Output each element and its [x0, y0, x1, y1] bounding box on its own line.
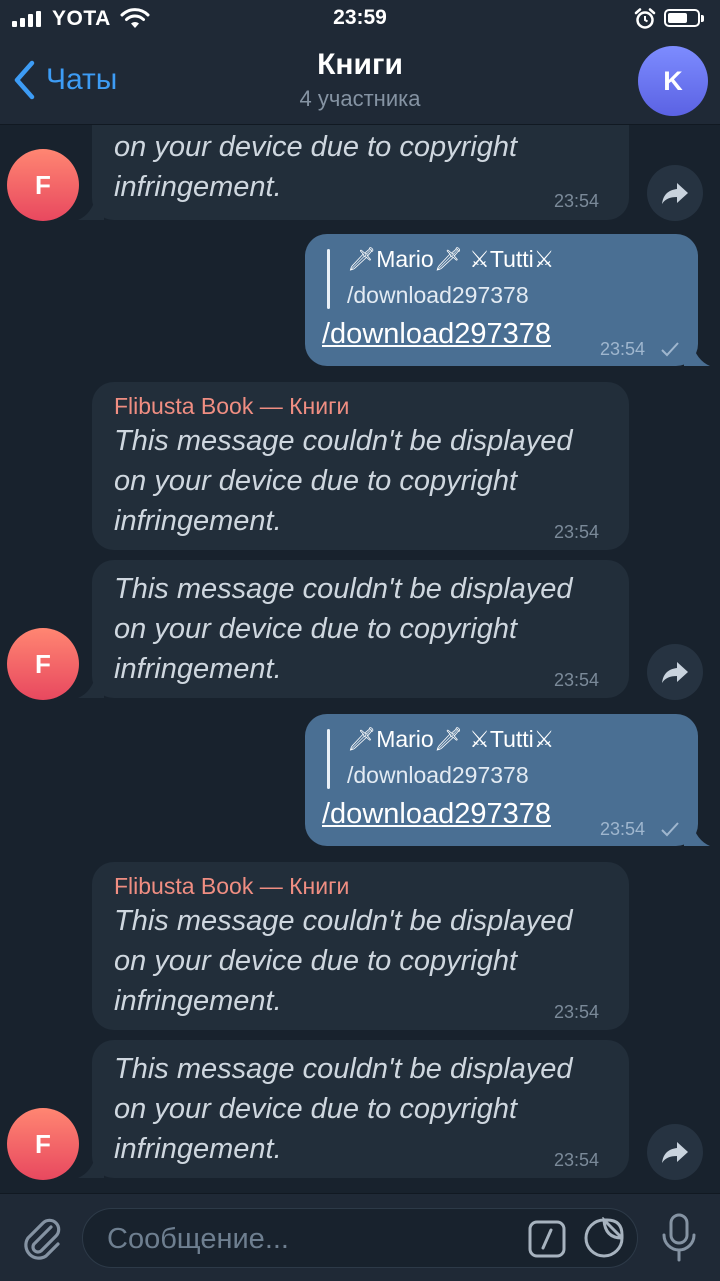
reply-bar	[327, 729, 330, 789]
reply-author: 🗡Mario🗡 ⚔Tutti⚔	[347, 726, 555, 752]
share-icon	[662, 183, 688, 204]
message-time: 23:54	[554, 522, 600, 542]
sender-name[interactable]: Flibusta Book — Книги	[114, 393, 349, 420]
bubble-tail	[78, 1154, 104, 1178]
message-text: This message couldn't be displayed on yo…	[114, 425, 573, 537]
chat-avatar[interactable]: K	[638, 46, 708, 116]
attach-icon[interactable]	[20, 1214, 64, 1262]
message-placeholder: Сообщение...	[107, 1223, 289, 1255]
message-time: 23:54	[554, 1002, 600, 1022]
chat-title[interactable]: Книги	[0, 48, 720, 82]
command-link[interactable]: /download297378	[322, 318, 551, 351]
message-time: 23:54	[554, 670, 600, 690]
share-button[interactable]	[647, 165, 703, 221]
bubble-tail	[684, 342, 710, 366]
reply-bar	[327, 249, 330, 309]
bubble-tail	[78, 196, 104, 220]
message-text: This message couldn't be displayed on yo…	[114, 573, 573, 685]
message-list[interactable]: on your device due to copyright infringe…	[0, 125, 720, 1192]
message-bubble[interactable]: on your device due to copyright infringe…	[92, 125, 629, 220]
outgoing-message[interactable]: 🗡Mario🗡 ⚔Tutti⚔ /download297378 /downloa…	[305, 234, 698, 366]
sender-name[interactable]: Flibusta Book — Книги	[114, 873, 349, 900]
status-time: 23:59	[333, 6, 387, 29]
outgoing-message[interactable]: 🗡Mario🗡 ⚔Tutti⚔ /download297378 /downloa…	[305, 714, 698, 846]
message-time: 23:54	[554, 191, 600, 211]
sender-avatar[interactable]: F	[7, 628, 79, 700]
message-text: on your device due to copyright infringe…	[114, 131, 518, 203]
message-input[interactable]: Сообщение...	[82, 1208, 638, 1268]
message-time: 23:54	[600, 819, 646, 839]
microphone-icon[interactable]	[657, 1212, 701, 1264]
message-bubble[interactable]: Flibusta Book — Книги This message could…	[92, 862, 629, 1030]
reply-text: /download297378	[347, 282, 529, 308]
chat-header: Чаты Книги 4 участника K	[0, 36, 720, 125]
message-bubble[interactable]: Flibusta Book — Книги This message could…	[92, 382, 629, 550]
chat-avatar-letter: K	[663, 65, 683, 96]
status-bar: YOTA 23:59	[0, 0, 720, 36]
share-icon	[662, 1142, 688, 1163]
reply-author: 🗡Mario🗡 ⚔Tutti⚔	[347, 246, 555, 272]
bot-commands-icon[interactable]	[527, 1219, 567, 1259]
message-text: This message couldn't be displayed on yo…	[114, 1053, 573, 1165]
share-button[interactable]	[647, 1124, 703, 1180]
checkmark-icon	[661, 822, 679, 837]
chat-subtitle: 4 участника	[299, 86, 421, 111]
share-icon	[662, 662, 688, 683]
sender-avatar[interactable]: F	[7, 149, 79, 221]
command-link[interactable]: /download297378	[322, 798, 551, 831]
sender-avatar[interactable]: F	[7, 1108, 79, 1180]
bubble-tail	[78, 674, 104, 698]
message-time: 23:54	[554, 1150, 600, 1170]
battery-icon	[664, 9, 704, 27]
sticker-icon[interactable]	[583, 1217, 625, 1259]
message-text: This message couldn't be displayed on yo…	[114, 905, 573, 1017]
reply-text: /download297378	[347, 762, 529, 788]
composer-bar: Сообщение...	[0, 1193, 720, 1281]
checkmark-icon	[661, 342, 679, 357]
share-button[interactable]	[647, 644, 703, 700]
bubble-tail	[684, 822, 710, 846]
message-bubble[interactable]: This message couldn't be displayed on yo…	[92, 560, 629, 698]
message-time: 23:54	[600, 339, 646, 359]
message-bubble[interactable]: This message couldn't be displayed on yo…	[92, 1040, 629, 1178]
alarm-icon	[634, 8, 656, 29]
